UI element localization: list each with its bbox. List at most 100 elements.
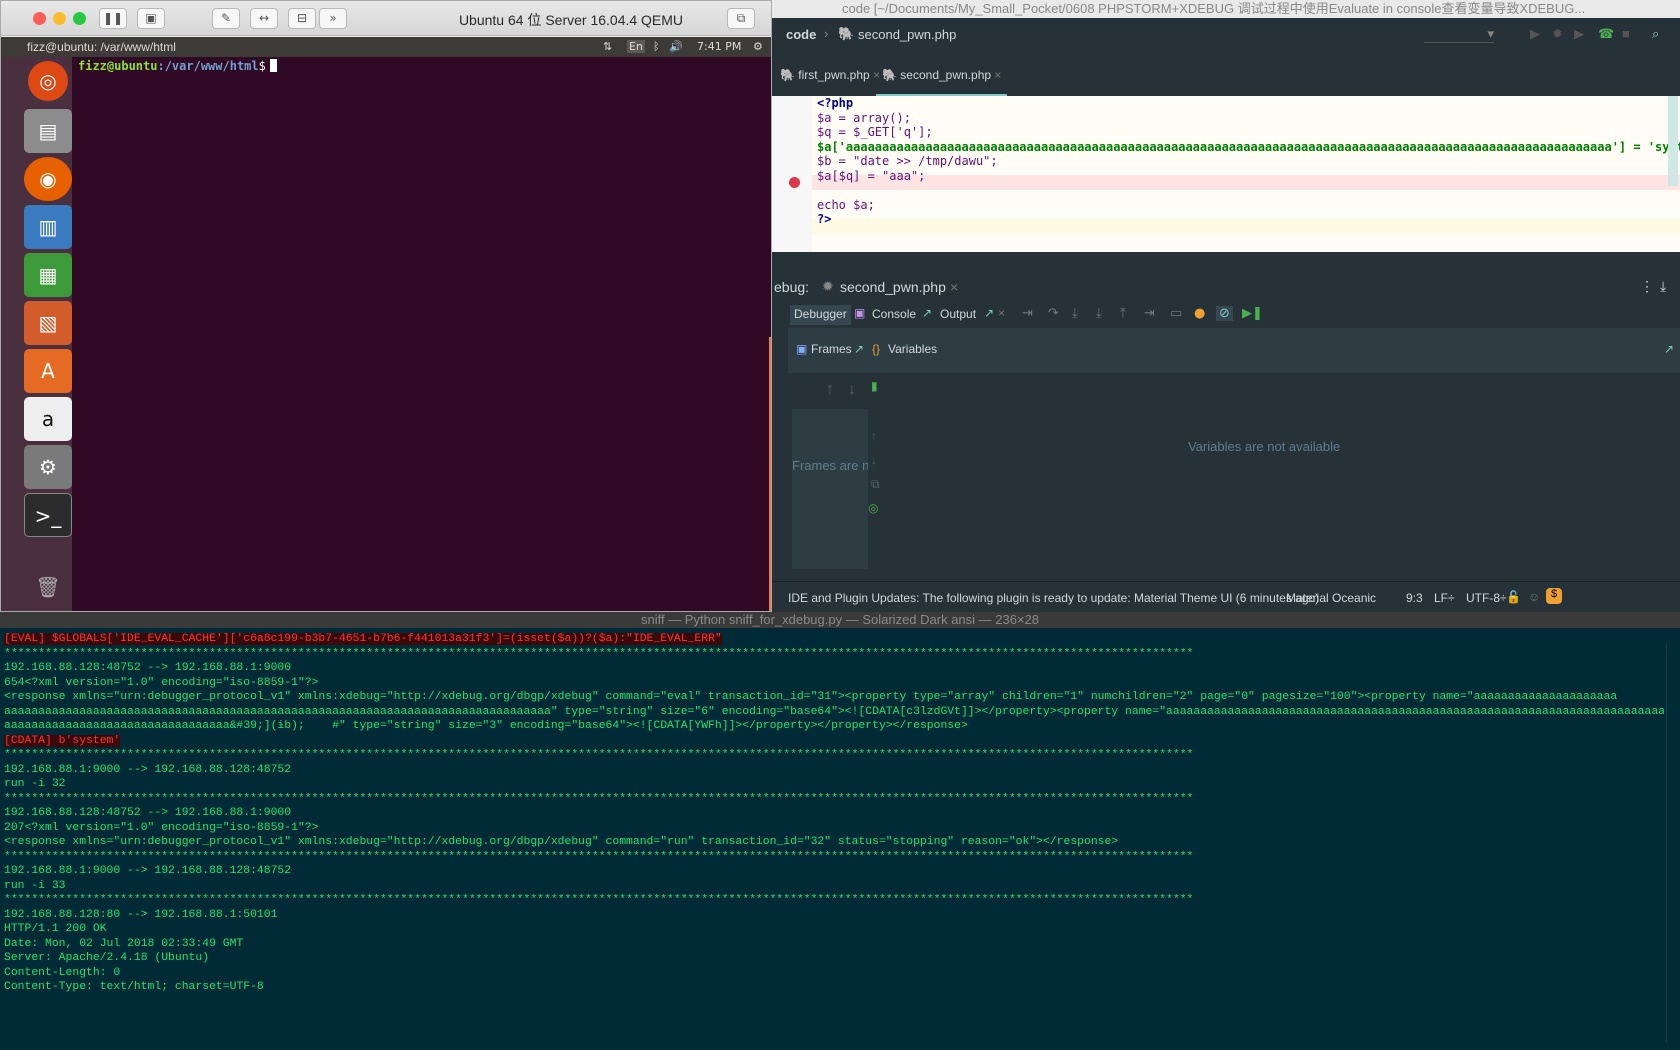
frames-panel[interactable]: ↑ ↓ Frames are n: [792, 373, 872, 581]
copy-icon[interactable]: ⧉: [871, 477, 880, 492]
code-editor[interactable]: <?php $a = array(); $q = $_GET['q']; $a[…: [772, 96, 1680, 252]
tab-second-pwn[interactable]: 🐘 second_pwn.php ×: [876, 66, 1008, 96]
variables-label[interactable]: Variables: [888, 342, 937, 356]
code-line: <?php: [817, 96, 854, 110]
tab-label: first_pwn.php: [798, 68, 870, 82]
theme-indicator[interactable]: Material Oceanic: [1286, 591, 1376, 605]
listen-debug-icon[interactable]: ☎: [1598, 26, 1614, 42]
sniff-line: 192.168.88.128:48752 --> 192.168.88.1:90…: [4, 662, 292, 674]
line-separator[interactable]: LF÷: [1434, 591, 1455, 605]
event-log-icon[interactable]: $: [1546, 588, 1562, 604]
restore-layout-icon[interactable]: ↗: [1664, 342, 1674, 356]
terminal-icon[interactable]: >_: [24, 493, 72, 537]
ubuntu-topbar: fizz@ubuntu: /var/www/html ⇅ En ᛒ 🔊 7:41…: [1, 37, 771, 57]
close-icon[interactable]: ×: [998, 306, 1005, 320]
run-to-cursor-icon[interactable]: ⇥: [1144, 306, 1155, 321]
bluetooth-icon[interactable]: ᛒ: [653, 40, 660, 53]
editor-gutter[interactable]: [772, 96, 812, 252]
restore-layout-icon[interactable]: ↗: [922, 306, 932, 320]
bookmark-icon[interactable]: ▮: [871, 379, 878, 393]
sniff-line: Content-Type: text/html; charset=UTF-8: [4, 981, 264, 993]
drive-icon[interactable]: ⊟: [288, 8, 316, 29]
frames-list[interactable]: [792, 409, 868, 569]
more-options-icon[interactable]: ⋮: [1640, 278, 1654, 295]
editor-scrollbar[interactable]: [1668, 96, 1678, 186]
inspector-icon[interactable]: ☺: [1528, 590, 1540, 604]
screenshot-icon[interactable]: ▣: [137, 8, 165, 29]
sniff-terminal-window: sniff — Python sniff_for_xdebug.py — Sol…: [0, 612, 1680, 1050]
hide-icon[interactable]: ⤓: [1660, 278, 1666, 295]
clock[interactable]: 7:41 PM: [697, 40, 741, 53]
fullscreen-icon[interactable]: ⧉: [727, 8, 755, 29]
ide-window-title: code [~/Documents/My_Small_Pocket/0608 P…: [772, 0, 1680, 18]
arrows-icon[interactable]: ↔: [250, 8, 278, 29]
amazon-icon[interactable]: a: [24, 397, 72, 441]
system-settings-icon[interactable]: ⚙: [24, 445, 72, 489]
close-icon[interactable]: ×: [950, 279, 958, 295]
force-step-into-icon[interactable]: ⤓: [1096, 306, 1102, 321]
resume-icon[interactable]: ▶❚: [1242, 306, 1263, 321]
network-icon[interactable]: ⇅: [603, 40, 612, 53]
chevrons-icon[interactable]: »: [319, 8, 347, 29]
sniff-output[interactable]: [EVAL] $GLOBALS['IDE_EVAL_CACHE']['c6a8c…: [4, 632, 1664, 995]
sniff-line: [CDATA] b'system': [4, 734, 1664, 749]
sniff-line: 207<?xml version="1.0" encoding="iso-885…: [4, 821, 319, 834]
trash-icon[interactable]: 🗑: [24, 565, 72, 609]
restore-layout-icon[interactable]: ↗: [854, 342, 864, 356]
debug-icon[interactable]: ✹: [1552, 26, 1563, 42]
step-out-icon[interactable]: ⤒: [1120, 306, 1126, 321]
breadcrumb-project[interactable]: code: [786, 27, 816, 42]
wrench-icon[interactable]: ✎: [212, 8, 240, 29]
variables-panel[interactable]: Variables are not available: [888, 373, 1680, 581]
zoom-button[interactable]: [73, 12, 86, 25]
sniff-line: <response xmlns="urn:debugger_protocol_v…: [4, 836, 1119, 848]
firefox-icon[interactable]: ◉: [24, 157, 72, 201]
run-config-dropdown[interactable]: ▾: [1424, 26, 1494, 43]
stop-icon[interactable]: ■: [1622, 26, 1630, 41]
terminal[interactable]: fizz@ubuntu:/var/www/html$: [72, 57, 771, 611]
arrow-down-icon[interactable]: ↓: [848, 381, 856, 399]
tab-console[interactable]: Console: [868, 305, 920, 325]
close-icon[interactable]: ×: [994, 68, 1001, 82]
volume-icon[interactable]: 🔊: [669, 40, 683, 53]
software-center-icon[interactable]: A: [24, 349, 72, 393]
lock-icon[interactable]: 🔓: [1506, 590, 1521, 604]
ubuntu-dash-icon[interactable]: ◎: [28, 61, 68, 101]
calc-icon[interactable]: ▦: [24, 253, 72, 297]
sniff-scrollbar[interactable]: [1666, 642, 1678, 1042]
breadcrumb-file[interactable]: second_pwn.php: [858, 27, 956, 42]
gear-icon[interactable]: ⚙: [753, 40, 763, 53]
arrow-up-icon[interactable]: ↑: [871, 429, 877, 443]
restore-layout-icon[interactable]: ↗: [984, 306, 994, 320]
coverage-icon[interactable]: ▶: [1574, 26, 1584, 42]
run-icon[interactable]: ▶: [1530, 26, 1540, 42]
close-button[interactable]: [33, 12, 46, 25]
frames-label[interactable]: Frames: [811, 342, 852, 356]
sniff-line: 192.168.88.128:80 --> 192.168.88.1:50101: [4, 908, 278, 921]
breakpoint-icon[interactable]: [789, 177, 800, 188]
files-icon[interactable]: ▤: [24, 109, 72, 153]
pause-icon[interactable]: ❚❚: [99, 8, 127, 29]
file-encoding[interactable]: UTF-8÷: [1466, 591, 1507, 605]
keyboard-layout[interactable]: En: [627, 40, 645, 53]
impress-icon[interactable]: ▧: [24, 301, 72, 345]
step-into-icon[interactable]: ⤓: [1072, 306, 1078, 321]
search-icon[interactable]: ⌕: [1652, 26, 1659, 42]
tab-debugger[interactable]: Debugger: [790, 305, 851, 325]
minimize-button[interactable]: [53, 12, 66, 25]
arrow-up-icon[interactable]: ↑: [826, 381, 834, 399]
step-over-icon[interactable]: ↷: [1048, 306, 1059, 321]
tab-first-pwn[interactable]: 🐘 first_pwn.php ×: [774, 66, 886, 96]
show-execution-point-icon[interactable]: ⇥: [1022, 306, 1033, 321]
arrow-down-icon[interactable]: ↓: [871, 453, 877, 467]
navigation-bar: code › 🐘 second_pwn.php ▾ ▶ ✹ ▶ ☎ ■ ⌕: [772, 18, 1680, 52]
cursor-position[interactable]: 9:3: [1406, 591, 1423, 605]
mute-breakpoints-icon[interactable]: ⊘: [1216, 306, 1233, 321]
view-breakpoints-icon[interactable]: ●: [1194, 306, 1205, 321]
evaluate-icon[interactable]: ▭: [1170, 306, 1182, 321]
status-message[interactable]: IDE and Plugin Updates: The following pl…: [788, 591, 1319, 605]
writer-icon[interactable]: ▥: [24, 205, 72, 249]
debug-session-tab[interactable]: second_pwn.php: [840, 279, 946, 295]
watches-icon[interactable]: ◎: [868, 501, 878, 515]
tab-output[interactable]: Output: [936, 305, 980, 325]
